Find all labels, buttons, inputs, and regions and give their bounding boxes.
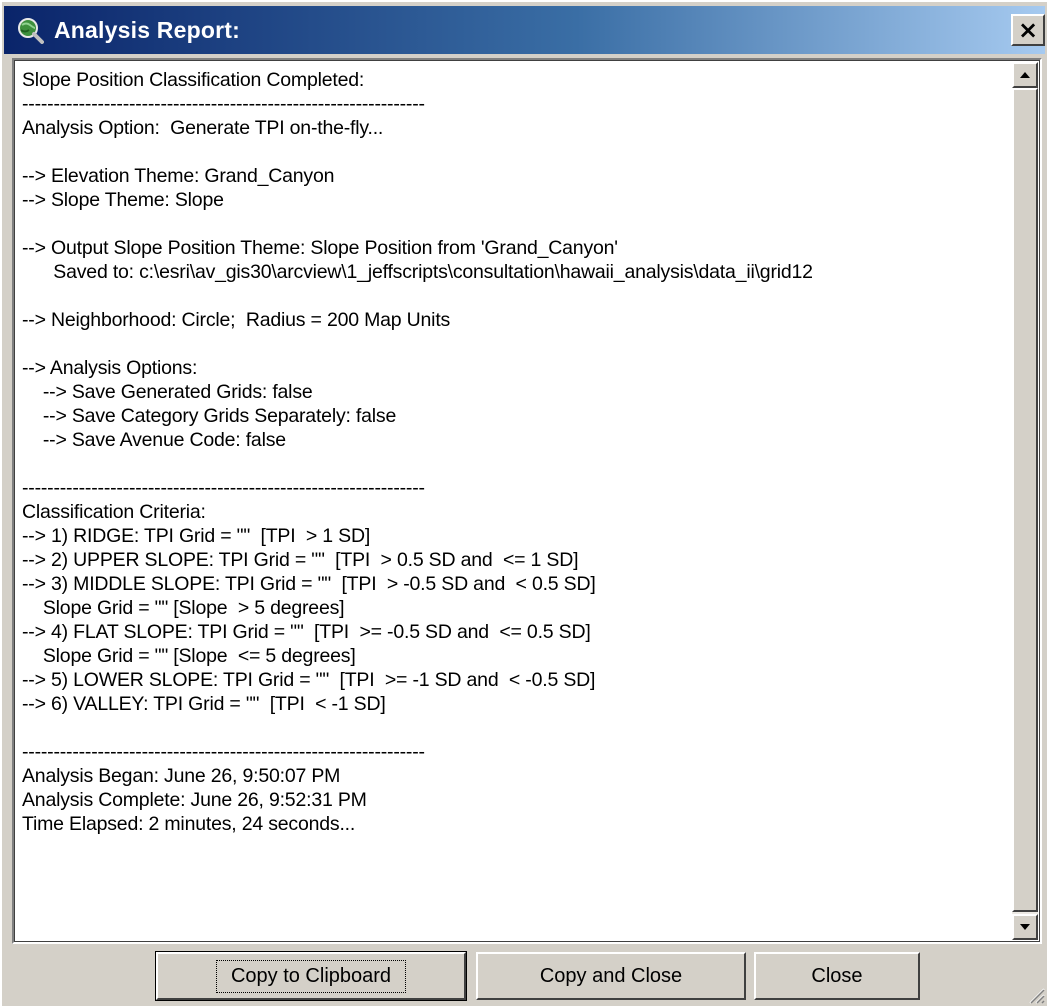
report-text: Slope Position Classification Completed:… xyxy=(22,68,1012,934)
report-line: ----------------------------------------… xyxy=(22,93,425,115)
scroll-up-button[interactable] xyxy=(1012,62,1038,88)
copy-to-clipboard-label: Copy to Clipboard xyxy=(215,959,407,993)
report-line: --> Analysis Options: xyxy=(22,357,198,379)
scroll-down-arrow-icon xyxy=(1020,924,1030,930)
report-line xyxy=(22,212,1012,236)
report-line: --> 3) MIDDLE SLOPE: TPI Grid = "" [TPI … xyxy=(22,573,596,595)
analysis-report-window: Analysis Report: × Slope Position Classi… xyxy=(0,0,1047,1006)
close-label: Close xyxy=(811,964,863,987)
close-button[interactable]: Close xyxy=(754,952,920,1000)
copy-and-close-button[interactable]: Copy and Close xyxy=(476,952,746,1000)
report-line: --> Slope Theme: Slope xyxy=(22,189,224,211)
report-line: Saved to: c:\esri\av_gis30\arcview\1_jef… xyxy=(22,261,813,283)
magnifier-globe-icon xyxy=(18,18,44,44)
report-line: --> 2) UPPER SLOPE: TPI Grid = "" [TPI >… xyxy=(22,549,579,571)
report-text-area[interactable]: Slope Position Classification Completed:… xyxy=(12,58,1042,944)
report-line: Time Elapsed: 2 minutes, 24 seconds... xyxy=(22,813,356,835)
report-line xyxy=(22,140,1012,164)
report-line: --> 5) LOWER SLOPE: TPI Grid = "" [TPI >… xyxy=(22,669,596,691)
report-line: Slope Position Classification Completed: xyxy=(22,69,365,91)
copy-and-close-label: Copy and Close xyxy=(539,964,683,987)
scrollbar-thumb[interactable] xyxy=(1012,88,1038,912)
report-line: --> Neighborhood: Circle; Radius = 200 M… xyxy=(22,309,451,331)
window-title: Analysis Report: xyxy=(54,16,240,43)
report-line: --> Output Slope Position Theme: Slope P… xyxy=(22,237,618,259)
title-bar[interactable]: Analysis Report: × xyxy=(4,6,1045,54)
report-line: Slope Grid = "" [Slope <= 5 degrees] xyxy=(22,645,356,667)
report-line: ----------------------------------------… xyxy=(22,741,425,763)
report-line xyxy=(22,332,1012,356)
scroll-down-button[interactable] xyxy=(1012,914,1038,940)
report-line: --> Elevation Theme: Grand_Canyon xyxy=(22,165,335,187)
scroll-up-arrow-icon xyxy=(1020,72,1030,78)
close-icon: × xyxy=(1017,16,1039,44)
report-line: --> Save Avenue Code: false xyxy=(22,429,286,451)
report-line: Slope Grid = "" [Slope > 5 degrees] xyxy=(22,597,345,619)
resize-grip-icon[interactable] xyxy=(1027,986,1045,1004)
report-line: ----------------------------------------… xyxy=(22,477,425,499)
report-line: Analysis Complete: June 26, 9:52:31 PM xyxy=(22,789,367,811)
report-line xyxy=(22,284,1012,308)
report-line: Classification Criteria: xyxy=(22,501,206,523)
close-window-button[interactable]: × xyxy=(1011,14,1045,46)
vertical-scrollbar[interactable] xyxy=(1012,62,1038,940)
report-line xyxy=(22,452,1012,476)
report-line xyxy=(22,716,1012,740)
report-line: --> 1) RIDGE: TPI Grid = "" [TPI > 1 SD] xyxy=(22,525,371,547)
copy-to-clipboard-button[interactable]: Copy to Clipboard xyxy=(155,951,467,1001)
report-line: Analysis Option: Generate TPI on-the-fly… xyxy=(22,117,384,139)
report-line: --> Save Generated Grids: false xyxy=(22,381,313,403)
report-line: --> 6) VALLEY: TPI Grid = "" [TPI < -1 S… xyxy=(22,693,386,715)
report-line: --> Save Category Grids Separately: fals… xyxy=(22,405,397,427)
report-line: --> 4) FLAT SLOPE: TPI Grid = "" [TPI >=… xyxy=(22,621,591,643)
report-line: Analysis Began: June 26, 9:50:07 PM xyxy=(22,765,341,787)
